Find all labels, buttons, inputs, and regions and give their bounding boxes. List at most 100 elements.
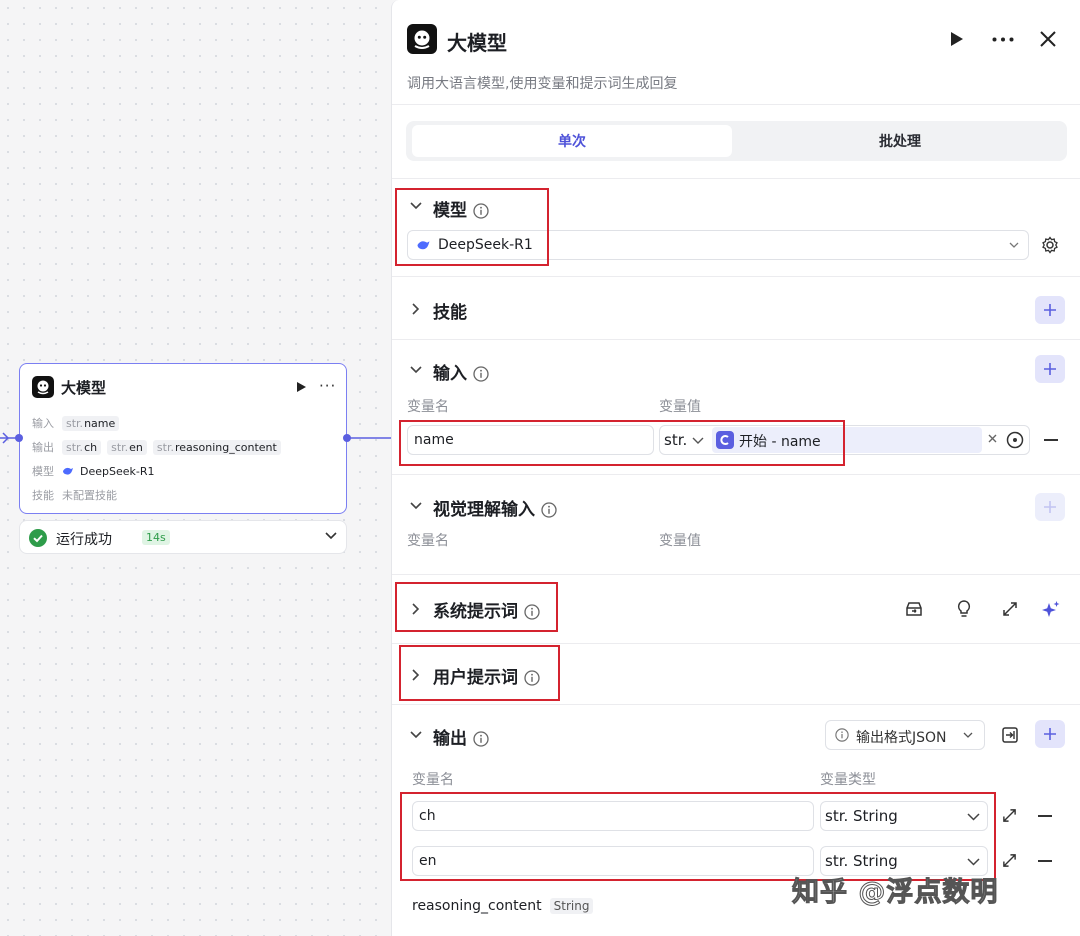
- node-input-row: 输入 str. name: [32, 415, 120, 431]
- import-icon[interactable]: [1001, 726, 1019, 744]
- node-output-chip: str. reasoning_content: [152, 439, 281, 455]
- info-icon[interactable]: [473, 203, 489, 219]
- tab-single[interactable]: 单次: [412, 125, 732, 157]
- add-vision-input-button[interactable]: [1035, 493, 1065, 521]
- node-more-icon[interactable]: ···: [319, 377, 336, 395]
- variable-reference-tag[interactable]: 开始 - name: [712, 427, 982, 453]
- skills-section-title[interactable]: 技能: [433, 298, 467, 323]
- mode-tabs: 单次 批处理: [406, 121, 1067, 161]
- node-model-label: 模型: [32, 465, 54, 478]
- input-col-value: 变量值: [659, 399, 701, 415]
- run-status-bar[interactable]: 运行成功 14s: [19, 520, 347, 554]
- section-title-text: 模型: [433, 201, 467, 221]
- chevron-right-icon[interactable]: [412, 669, 420, 681]
- chip-type: str.: [156, 440, 174, 454]
- chevron-down-icon[interactable]: [410, 366, 422, 374]
- chip-type: str.: [111, 440, 129, 454]
- input-section-title[interactable]: 输入: [433, 359, 489, 384]
- model-select-value: DeepSeek-R1: [438, 237, 533, 253]
- add-input-button[interactable]: [1035, 355, 1065, 383]
- remove-input-button[interactable]: [1044, 439, 1058, 441]
- node-output-port[interactable]: [343, 434, 351, 442]
- run-icon[interactable]: [950, 31, 964, 47]
- start-node-icon: [716, 431, 734, 449]
- lightbulb-icon[interactable]: [956, 599, 972, 619]
- info-icon[interactable]: [524, 604, 540, 620]
- node-skills-label: 技能: [32, 489, 54, 502]
- llm-logo-icon: [32, 376, 54, 398]
- info-icon[interactable]: [541, 502, 557, 518]
- chevron-down-icon[interactable]: [692, 437, 704, 445]
- deepseek-icon: [416, 239, 431, 251]
- chevron-down-icon[interactable]: [410, 502, 422, 510]
- section-title-text: 系统提示词: [433, 602, 518, 622]
- reasoning-type-badge: String: [549, 898, 594, 914]
- status-time-badge: 14s: [142, 530, 170, 545]
- input-col-name: 变量名: [407, 399, 449, 415]
- output-var-name-field[interactable]: en: [412, 846, 814, 876]
- success-check-icon: [29, 529, 47, 547]
- node-input-chip: str. name: [62, 415, 120, 431]
- gear-icon[interactable]: [1041, 236, 1059, 254]
- ai-sparkle-icon[interactable]: [1041, 600, 1061, 620]
- node-input-label: 输入: [32, 417, 54, 430]
- watermark-text: 知乎 @浮点数明: [791, 877, 999, 909]
- output-format-select[interactable]: 输出格式JSON: [825, 720, 985, 750]
- system-prompt-title[interactable]: 系统提示词: [433, 597, 540, 622]
- remove-output-button[interactable]: [1038, 815, 1052, 817]
- expand-icon[interactable]: [1002, 808, 1017, 823]
- close-icon[interactable]: [1040, 31, 1056, 47]
- panel-title: 大模型: [447, 31, 507, 55]
- section-title-text: 输入: [433, 364, 467, 384]
- clear-icon[interactable]: [988, 434, 997, 443]
- section-title-text: 用户提示词: [433, 668, 518, 688]
- llm-logo-icon: [407, 24, 437, 54]
- user-prompt-title[interactable]: 用户提示词: [433, 663, 540, 688]
- variable-picker-icon[interactable]: [1006, 431, 1024, 449]
- reasoning-name: reasoning_content: [412, 898, 542, 914]
- chevron-right-icon[interactable]: [412, 603, 420, 615]
- deepseek-icon: [62, 466, 74, 476]
- model-select[interactable]: DeepSeek-R1: [407, 230, 1029, 260]
- vision-section-title[interactable]: 视觉理解输入: [433, 495, 557, 520]
- node-output-chip: str. ch: [62, 439, 102, 455]
- chevron-down-icon[interactable]: [410, 731, 422, 739]
- model-section-title[interactable]: 模型: [433, 196, 489, 221]
- type-select-value[interactable]: str.: [664, 431, 687, 449]
- llm-node-card[interactable]: 大模型 ··· 输入 str. name 输出 str. ch str. en str…: [19, 363, 347, 514]
- node-output-label: 输出: [32, 441, 54, 454]
- node-output-row: 输出 str. ch str. en str. reasoning_content: [32, 439, 281, 455]
- panel-description: 调用大语言模型,使用变量和提示词生成回复: [407, 76, 678, 92]
- info-icon[interactable]: [473, 366, 489, 382]
- node-input-port[interactable]: [15, 434, 23, 442]
- tab-batch[interactable]: 批处理: [740, 125, 1060, 157]
- chevron-right-icon[interactable]: [412, 303, 420, 315]
- chevron-down-icon: [967, 813, 980, 821]
- run-node-icon[interactable]: [295, 381, 307, 393]
- output-type-value: str. String: [825, 807, 898, 825]
- ref-separator: -: [767, 434, 781, 450]
- expand-icon[interactable]: [1002, 853, 1017, 868]
- add-output-button[interactable]: [1035, 720, 1065, 748]
- output-col-type: 变量类型: [820, 772, 876, 788]
- info-icon[interactable]: [473, 731, 489, 747]
- output-format-label: 输出格式JSON: [856, 730, 947, 746]
- add-skill-button[interactable]: [1035, 296, 1065, 324]
- expand-icon[interactable]: [1002, 601, 1018, 617]
- output-type-value: str. String: [825, 852, 898, 870]
- reference-label: 开始 - name: [739, 431, 821, 451]
- more-icon[interactable]: [992, 37, 1014, 42]
- output-type-select[interactable]: str. String: [820, 801, 988, 831]
- node-model-row: 模型 DeepSeek-R1: [32, 463, 155, 479]
- chevron-down-icon[interactable]: [410, 202, 422, 210]
- remove-output-button[interactable]: [1038, 860, 1052, 862]
- output-var-name-field[interactable]: ch: [412, 801, 814, 831]
- info-icon[interactable]: [524, 670, 540, 686]
- output-section-title[interactable]: 输出: [433, 724, 489, 749]
- chevron-down-icon[interactable]: [325, 532, 337, 540]
- input-var-name-field[interactable]: name: [407, 425, 654, 455]
- chip-name: name: [84, 416, 116, 430]
- prompt-library-icon[interactable]: [904, 600, 924, 618]
- input-var-value-field[interactable]: str. 开始 - name: [659, 425, 1030, 455]
- section-title-text: 输出: [433, 729, 467, 749]
